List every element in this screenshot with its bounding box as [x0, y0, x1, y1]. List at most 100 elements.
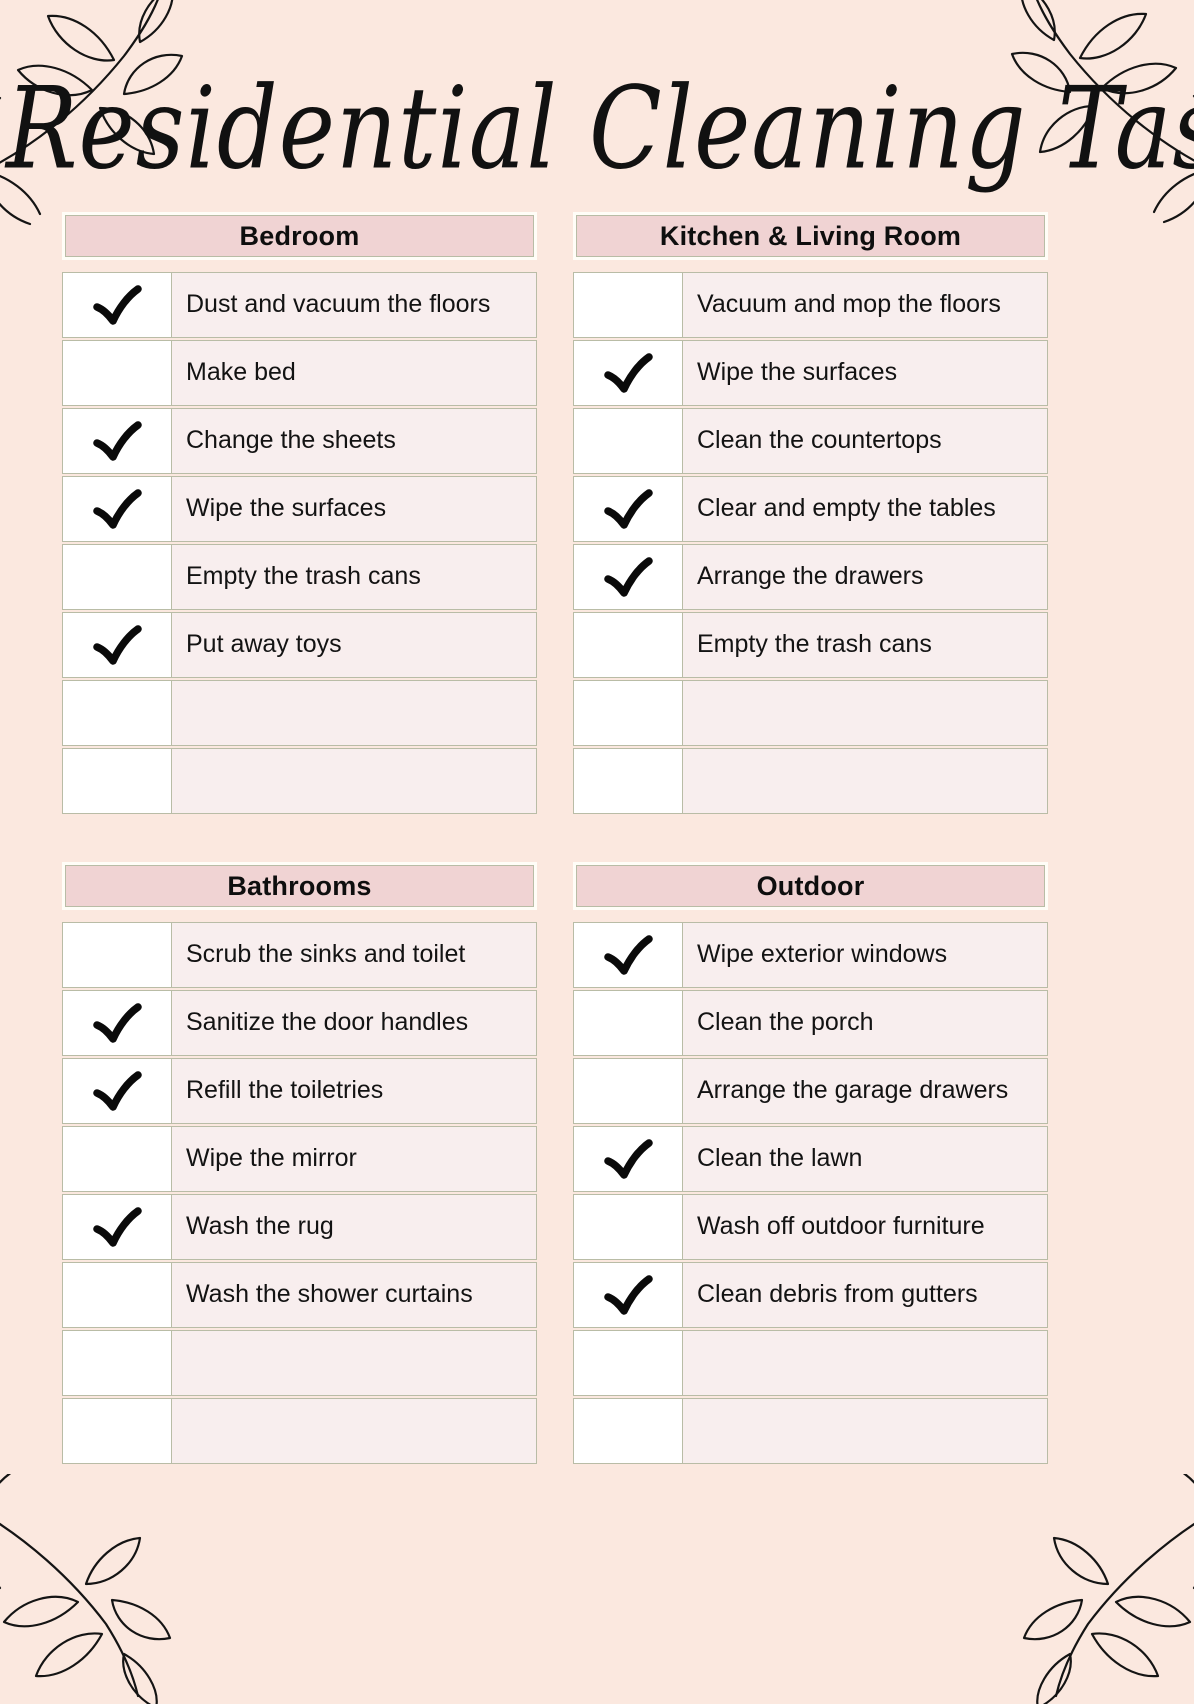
- task-row: Empty the trash cans: [62, 544, 537, 610]
- task-label-cell[interactable]: [683, 1398, 1048, 1464]
- task-row: Clean the porch: [573, 990, 1048, 1056]
- task-label-cell[interactable]: Wash off outdoor furniture: [683, 1194, 1048, 1260]
- task-checkbox[interactable]: [62, 1194, 172, 1260]
- task-row: [62, 748, 537, 814]
- task-label-cell[interactable]: Empty the trash cans: [683, 612, 1048, 678]
- task-checkbox[interactable]: [573, 544, 683, 610]
- task-row: Sanitize the door handles: [62, 990, 537, 1056]
- task-list: Wipe exterior windows Clean the porch Arra…: [573, 922, 1048, 1464]
- task-label: Wipe the surfaces: [697, 358, 898, 387]
- task-label-cell[interactable]: Sanitize the door handles: [172, 990, 537, 1056]
- task-label-cell[interactable]: [172, 1398, 537, 1464]
- task-checkbox[interactable]: [62, 544, 172, 610]
- task-checkbox[interactable]: [573, 1194, 683, 1260]
- section-outdoor: Outdoor Wipe exterior windows Clean the po…: [573, 862, 1048, 1466]
- task-row: Empty the trash cans: [573, 612, 1048, 678]
- task-label-cell[interactable]: Wipe exterior windows: [683, 922, 1048, 988]
- task-row: Clean the lawn: [573, 1126, 1048, 1192]
- task-checkbox[interactable]: [573, 408, 683, 474]
- task-checkbox[interactable]: [573, 1126, 683, 1192]
- task-checkbox[interactable]: [573, 612, 683, 678]
- task-row: [573, 748, 1048, 814]
- task-list: Scrub the sinks and toilet Sanitize the d…: [62, 922, 537, 1464]
- task-label: Refill the toiletries: [186, 1076, 384, 1105]
- task-checkbox[interactable]: [62, 922, 172, 988]
- check-icon: [604, 557, 653, 597]
- task-label-cell[interactable]: [172, 680, 537, 746]
- page-title-container: Residential Cleaning Tasks: [0, 0, 1194, 212]
- task-label-cell[interactable]: Wash the shower curtains: [172, 1262, 537, 1328]
- task-checkbox[interactable]: [62, 1398, 172, 1464]
- task-checkbox[interactable]: [573, 1262, 683, 1328]
- task-checkbox[interactable]: [62, 990, 172, 1056]
- check-icon: [604, 489, 653, 529]
- task-checkbox[interactable]: [62, 680, 172, 746]
- task-checkbox[interactable]: [573, 922, 683, 988]
- task-checkbox[interactable]: [62, 748, 172, 814]
- task-label-cell[interactable]: Scrub the sinks and toilet: [172, 922, 537, 988]
- task-checkbox[interactable]: [62, 408, 172, 474]
- task-label-cell[interactable]: Clean the countertops: [683, 408, 1048, 474]
- task-checkbox[interactable]: [62, 476, 172, 542]
- task-checkbox[interactable]: [62, 340, 172, 406]
- task-label: Clean debris from gutters: [697, 1280, 978, 1309]
- task-label-cell[interactable]: Wash the rug: [172, 1194, 537, 1260]
- task-checkbox[interactable]: [573, 1398, 683, 1464]
- task-label-cell[interactable]: Dust and vacuum the floors: [172, 272, 537, 338]
- task-row: Clean debris from gutters: [573, 1262, 1048, 1328]
- task-row: Vacuum and mop the floors: [573, 272, 1048, 338]
- task-label-cell[interactable]: Arrange the drawers: [683, 544, 1048, 610]
- task-row: Wash off outdoor furniture: [573, 1194, 1048, 1260]
- task-label-cell[interactable]: Clean the lawn: [683, 1126, 1048, 1192]
- task-row: Clean the countertops: [573, 408, 1048, 474]
- task-label: Empty the trash cans: [697, 630, 932, 659]
- task-checkbox[interactable]: [573, 748, 683, 814]
- task-checkbox[interactable]: [62, 1262, 172, 1328]
- task-label-cell[interactable]: Change the sheets: [172, 408, 537, 474]
- task-label-cell[interactable]: [172, 1330, 537, 1396]
- task-row: Change the sheets: [62, 408, 537, 474]
- task-label: Arrange the drawers: [697, 562, 924, 591]
- task-label-cell[interactable]: Wipe the surfaces: [683, 340, 1048, 406]
- task-row: [62, 1330, 537, 1396]
- task-row: Wipe the surfaces: [573, 340, 1048, 406]
- task-row: Put away toys: [62, 612, 537, 678]
- section-bathrooms: Bathrooms Scrub the sinks and toilet Sanit…: [62, 862, 537, 1466]
- task-checkbox[interactable]: [62, 1058, 172, 1124]
- task-label-cell[interactable]: Clean debris from gutters: [683, 1262, 1048, 1328]
- task-checkbox[interactable]: [62, 1330, 172, 1396]
- task-row: Refill the toiletries: [62, 1058, 537, 1124]
- task-label-cell[interactable]: Clear and empty the tables: [683, 476, 1048, 542]
- section-header-bedroom: Bedroom: [62, 212, 537, 260]
- task-label-cell[interactable]: [683, 1330, 1048, 1396]
- task-label-cell[interactable]: Arrange the garage drawers: [683, 1058, 1048, 1124]
- task-label: Empty the trash cans: [186, 562, 421, 591]
- task-label-cell[interactable]: [683, 680, 1048, 746]
- task-checkbox[interactable]: [573, 680, 683, 746]
- task-label: Wash the rug: [186, 1212, 334, 1241]
- task-checkbox[interactable]: [573, 272, 683, 338]
- task-label: Make bed: [186, 358, 296, 387]
- section-header-outdoor: Outdoor: [573, 862, 1048, 910]
- leaf-branch-bottom-left-icon: [0, 1474, 216, 1704]
- task-checkbox[interactable]: [62, 1126, 172, 1192]
- task-label-cell[interactable]: Clean the porch: [683, 990, 1048, 1056]
- task-label-cell[interactable]: [172, 748, 537, 814]
- check-icon: [604, 353, 653, 393]
- task-checkbox[interactable]: [573, 1058, 683, 1124]
- task-label-cell[interactable]: Wipe the surfaces: [172, 476, 537, 542]
- task-checkbox[interactable]: [62, 612, 172, 678]
- task-label-cell[interactable]: Empty the trash cans: [172, 544, 537, 610]
- task-checkbox[interactable]: [573, 990, 683, 1056]
- task-label-cell[interactable]: Wipe the mirror: [172, 1126, 537, 1192]
- task-row: Wipe the surfaces: [62, 476, 537, 542]
- task-checkbox[interactable]: [573, 340, 683, 406]
- task-label-cell[interactable]: Put away toys: [172, 612, 537, 678]
- task-checkbox[interactable]: [573, 1330, 683, 1396]
- task-label-cell[interactable]: [683, 748, 1048, 814]
- task-checkbox[interactable]: [62, 272, 172, 338]
- task-label-cell[interactable]: Make bed: [172, 340, 537, 406]
- task-label-cell[interactable]: Vacuum and mop the floors: [683, 272, 1048, 338]
- task-label-cell[interactable]: Refill the toiletries: [172, 1058, 537, 1124]
- task-checkbox[interactable]: [573, 476, 683, 542]
